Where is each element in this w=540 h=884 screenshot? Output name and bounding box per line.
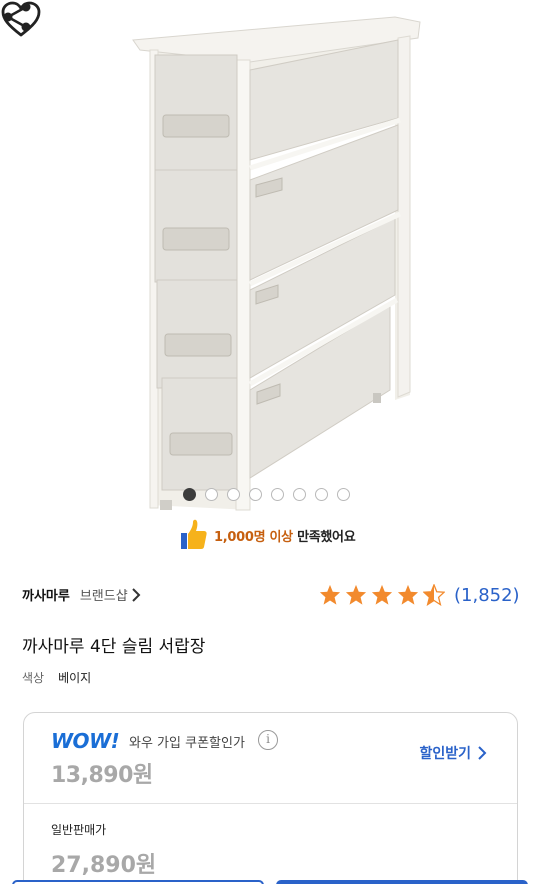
- product-image-gallery[interactable]: [0, 0, 540, 512]
- share-icon[interactable]: [0, 0, 34, 34]
- star-icon: [345, 584, 367, 605]
- gallery-dot[interactable]: [337, 488, 350, 501]
- star-icon: [371, 584, 393, 605]
- wow-price: 13,890원: [51, 763, 153, 788]
- product-image: [132, 16, 421, 511]
- wow-logo: WOW!: [51, 729, 120, 753]
- satisfaction-highlight: 1,000명 이상: [214, 529, 293, 545]
- option-value: 베이지: [58, 671, 92, 685]
- get-coupon-button[interactable]: 할인받기: [419, 743, 487, 763]
- gallery-dot[interactable]: [227, 488, 240, 501]
- gallery-dot[interactable]: [183, 488, 196, 501]
- satisfaction-banner: 1,000명 이상 만족했어요: [178, 518, 356, 552]
- gallery-dot[interactable]: [293, 488, 306, 501]
- bottom-action-bar: [0, 878, 540, 884]
- chevron-right-icon: [478, 746, 487, 760]
- gallery-dot[interactable]: [205, 488, 218, 501]
- selected-option: 색상 베이지: [22, 669, 91, 686]
- gallery-dot[interactable]: [315, 488, 328, 501]
- wow-price-section: WOW! 와우 가입 쿠폰할인가 i 13,890원 할인받기: [24, 713, 517, 804]
- normal-price-label: 일반판매가: [51, 823, 107, 837]
- brand-row: 까사마루 브랜드샵: [22, 585, 141, 604]
- product-title: 까사마루 4단 슬림 서랍장: [22, 637, 206, 657]
- chevron-right-icon: [131, 587, 141, 602]
- brand-shop-link[interactable]: 브랜드샵: [80, 585, 141, 604]
- brand-shop-label: 브랜드샵: [79, 589, 128, 604]
- star-icon: [319, 584, 341, 605]
- wow-description: 와우 가입 쿠폰할인가: [129, 736, 245, 751]
- get-coupon-label: 할인받기: [419, 746, 471, 762]
- buy-now-button[interactable]: [276, 880, 528, 884]
- gallery-dot[interactable]: [271, 488, 284, 501]
- satisfaction-rest: 만족했어요: [297, 529, 356, 545]
- normal-price: 27,890원: [51, 853, 157, 878]
- cart-button[interactable]: [12, 880, 264, 884]
- option-label: 색상: [22, 671, 45, 685]
- price-card: WOW! 와우 가입 쿠폰할인가 i 13,890원 할인받기 일반판매가 27…: [23, 712, 518, 884]
- info-icon[interactable]: i: [258, 730, 278, 750]
- satisfaction-text: 1,000명 이상 만족했어요: [214, 526, 356, 545]
- gallery-dot[interactable]: [249, 488, 262, 501]
- gallery-pagination: [183, 488, 350, 501]
- review-count[interactable]: (1,852): [454, 585, 520, 606]
- brand-name[interactable]: 까사마루: [22, 585, 70, 604]
- star-icon: [397, 584, 419, 605]
- thumbs-up-icon: [181, 519, 207, 549]
- half-star-icon: [423, 584, 445, 606]
- rating-summary[interactable]: (1,852): [319, 584, 520, 606]
